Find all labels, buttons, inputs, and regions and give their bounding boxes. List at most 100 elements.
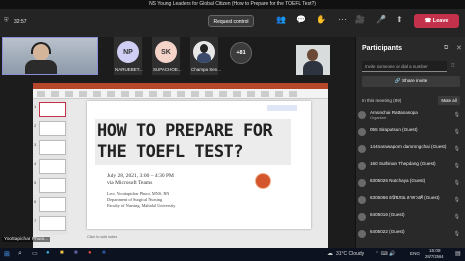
participant-name: 055 Siraputsun (Guest)	[370, 127, 418, 132]
chrome-icon[interactable]: ●	[88, 250, 92, 256]
slide-title-line2: THE TOEFL TEST?	[97, 142, 244, 162]
window-title: NS Young Leaders for Global Citizen (How…	[149, 1, 316, 7]
participant-role: Organizer	[370, 116, 387, 120]
slide-thumbnails: 1 2 3 4 5 6 7	[33, 99, 68, 235]
slide-date: July 28, 2021, 3:00 – 4:30 PM	[107, 173, 174, 179]
slide-thumbnail[interactable]	[39, 216, 66, 231]
folder-icon[interactable]: ■	[60, 250, 64, 256]
participant-list-item[interactable]: 055 Siraputsun (Guest) 🎙	[358, 127, 462, 139]
slide-thumbnail[interactable]	[39, 140, 66, 155]
slide-thumbnail[interactable]	[39, 121, 66, 136]
avatar	[358, 145, 366, 153]
taskview-icon[interactable]: ▭	[32, 250, 38, 257]
avatar	[358, 230, 366, 238]
microphone-off-icon: 🎙	[453, 180, 460, 186]
microphone-off-icon: 🎙	[453, 197, 460, 203]
participant-name: 160 Suthinan Thepdang (Guest)	[370, 161, 436, 166]
slide-thumbnail[interactable]	[39, 159, 66, 174]
avatar	[358, 111, 366, 119]
microphone-off-icon: 🎙	[453, 112, 460, 118]
microphone-off-icon: 🎙	[453, 214, 460, 220]
share-screen-icon[interactable]: ⬆	[396, 15, 403, 24]
overflow-participants-badge[interactable]: +81	[230, 42, 252, 64]
participant-list-item[interactable]: 144narawaporn damrongchai (Guest) 🎙	[358, 144, 462, 156]
search-icon[interactable]: ⌕	[18, 250, 22, 258]
microphone-off-icon: 🎙	[453, 146, 460, 152]
system-tray: ⌃ ⌨ 🔊	[375, 251, 396, 257]
raise-hand-icon[interactable]: ✋	[316, 15, 326, 24]
more-options-icon[interactable]: ⋯	[338, 14, 347, 25]
slide-thumbnail[interactable]	[39, 102, 66, 117]
microphone-icon[interactable]: 🎤	[376, 15, 386, 24]
participant-name: SUPACHOE...	[153, 67, 182, 72]
participant-name: 144narawaporn damrongchai (Guest)	[370, 144, 447, 149]
slide-notes[interactable]: Click to add notes	[87, 235, 117, 239]
slide-faculty: Faculty of Nursing, Mahidol University	[107, 203, 176, 208]
participant-list-item[interactable]: Amonchai Rattanasopa Organizer 🎙	[358, 110, 462, 122]
participants-panel: Participants ⧉ ✕ Invite someone or dial …	[355, 37, 465, 248]
avatar	[358, 179, 366, 187]
request-control-button[interactable]: Request control	[208, 15, 254, 27]
slide-canvas[interactable]: HOW TO PREPARE FOR THE TOEFL TEST? July …	[87, 101, 311, 229]
mute-all-button[interactable]: Mute all	[438, 96, 460, 105]
share-invite-button[interactable]: 🔗 Share invite	[362, 76, 460, 87]
participant-list-item[interactable]: 160 Suthinan Thepdang (Guest) 🎙	[358, 161, 462, 173]
leave-button[interactable]: ☎ Leave	[414, 14, 459, 28]
avatar	[193, 41, 215, 63]
participant-tile[interactable]: Champa Sen...	[190, 37, 221, 75]
edge-icon[interactable]: ●	[46, 250, 50, 256]
participant-list-item[interactable]: 6405022 (Guest) 🎙	[358, 229, 462, 241]
dial-pad-icon[interactable]: ⁝⁝	[451, 62, 455, 69]
meeting-stage: NP NARUEBET... SK SUPACHOE... Champa Sen…	[0, 37, 355, 248]
teams-icon[interactable]: ■	[74, 250, 78, 256]
participant-name: NARUEBET...	[115, 67, 143, 72]
clock-date[interactable]: 28/7/2564	[425, 254, 444, 259]
chat-icon[interactable]: 💬	[296, 15, 306, 24]
clock-time[interactable]: 15:08	[429, 248, 441, 253]
presenter-name-label: Yoottapichar Phuoi...	[2, 237, 51, 242]
invite-input[interactable]: Invite someone or dial a number	[362, 61, 447, 72]
participant-name: 6405022 (Guest)	[370, 229, 405, 234]
avatar: SK	[155, 41, 177, 63]
shield-icon: ⛨	[4, 18, 9, 24]
participant-list-item[interactable]: 6405016 (Guest) 🎙	[358, 212, 462, 224]
word-icon[interactable]: ■	[102, 250, 106, 256]
os-taskbar: ⊞ ⌕ ▭ ● ■ ■ ● ■ ☁ 31°C Cloudy ⌃ ⌨ 🔊 ENG …	[0, 248, 465, 261]
participant-tile[interactable]: NP NARUEBET...	[114, 37, 143, 75]
participant-name: 6305026 Nutchaya (Guest)	[370, 178, 426, 183]
university-logo-icon	[267, 105, 297, 111]
meeting-toolbar: ⛨ 32:57 Request control 👥 💬 ✋ ⋯ 🎥 🎤 ⬆ ☎ …	[0, 9, 465, 37]
notification-icon[interactable]: ▤	[455, 250, 461, 257]
participant-video-tile[interactable]	[296, 45, 330, 75]
close-icon[interactable]: ✕	[456, 44, 462, 52]
shared-screen[interactable]: 1 2 3 4 5 6 7 HOW TO PREPARE FOR THE TOE…	[33, 83, 328, 248]
person-body	[25, 60, 57, 74]
slide-via: via Microsoft Teams	[107, 180, 153, 186]
participant-tile[interactable]: SK SUPACHOE...	[152, 37, 182, 75]
panel-header: Participants	[362, 45, 403, 52]
windows-start-icon[interactable]: ⊞	[4, 250, 10, 258]
weather-text[interactable]: 31°C Cloudy	[336, 251, 364, 257]
meeting-timer: 32:57	[14, 19, 27, 25]
participants-icon[interactable]: 👥	[276, 15, 286, 24]
slide-thumbnail[interactable]	[39, 197, 66, 212]
camera-icon[interactable]: 🎥	[355, 15, 365, 24]
participant-list-item[interactable]: 6305066 ธนัชภณ ลาตวงศ์ (Guest) 🎙	[358, 195, 462, 207]
slide-presenter: Lect. Yoottapichar Phuoi, MNS, RN	[107, 191, 170, 196]
language-indicator[interactable]: ENG	[410, 251, 420, 256]
participant-name: Amonchai Rattanasopa	[370, 110, 418, 115]
pop-out-icon[interactable]: ⧉	[444, 45, 448, 52]
participant-name: 6405016 (Guest)	[370, 212, 405, 217]
window-title-bar: NS Young Leaders for Global Citizen (How…	[0, 0, 465, 9]
in-meeting-section-label[interactable]: In this meeting (89)	[362, 98, 401, 103]
participant-name: 6305066 ธนัชภณ ลาตวงศ์ (Guest)	[370, 195, 440, 200]
avatar	[358, 128, 366, 136]
ppt-toolbar-tools	[37, 91, 297, 97]
slide-title-line1: HOW TO PREPARE FOR	[97, 121, 273, 141]
slide-thumbnail[interactable]	[39, 178, 66, 193]
microphone-off-icon: 🎙	[453, 231, 460, 237]
avatar	[358, 213, 366, 221]
participant-list-item[interactable]: 6305026 Nutchaya (Guest) 🎙	[358, 178, 462, 190]
self-video-tile[interactable]	[2, 37, 98, 75]
avatar: NP	[117, 41, 139, 63]
